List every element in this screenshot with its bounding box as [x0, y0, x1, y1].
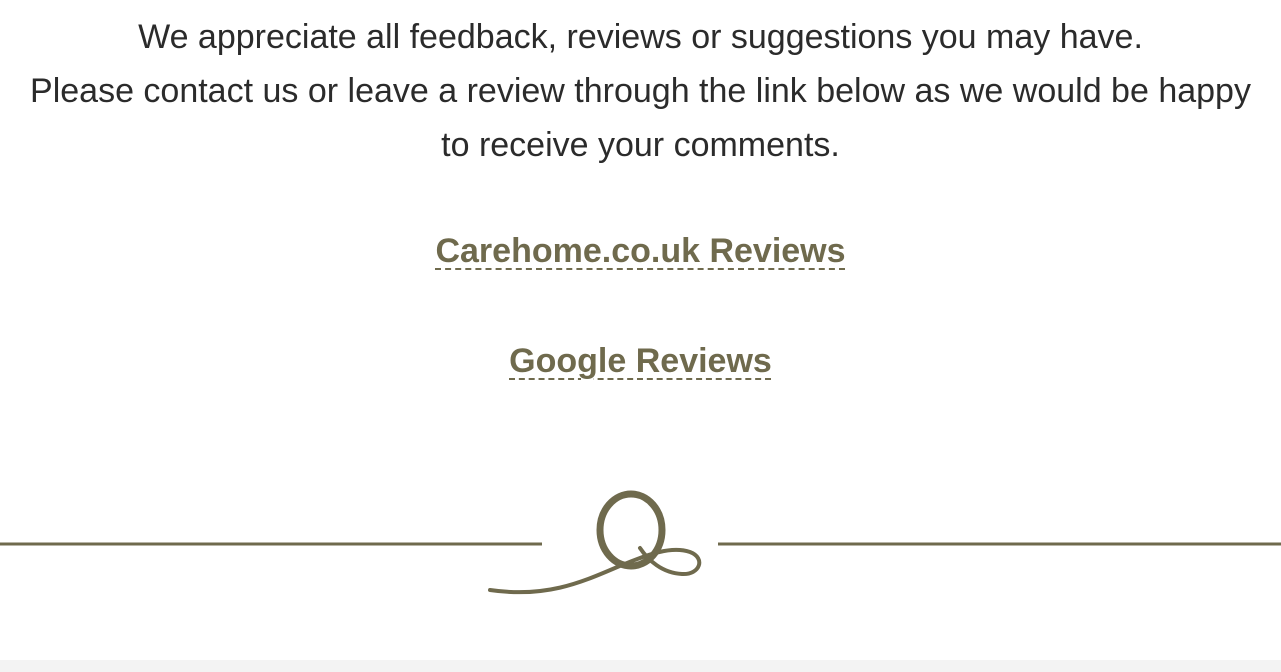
intro-line-1: We appreciate all feedback, reviews or s… [138, 18, 1143, 56]
carehome-reviews-link[interactable]: Carehome.co.uk Reviews [435, 232, 845, 270]
footer-bar [0, 660, 1281, 672]
intro-line-2: Please contact us or leave a review thro… [30, 72, 1251, 110]
google-reviews-link-wrapper: Google Reviews [0, 342, 1281, 381]
intro-line-3: to receive your comments. [441, 126, 840, 164]
intro-text: We appreciate all feedback, reviews or s… [0, 10, 1281, 172]
q-monogram-divider [0, 490, 1281, 595]
google-reviews-link[interactable]: Google Reviews [509, 342, 772, 380]
carehome-reviews-link-wrapper: Carehome.co.uk Reviews [0, 232, 1281, 271]
